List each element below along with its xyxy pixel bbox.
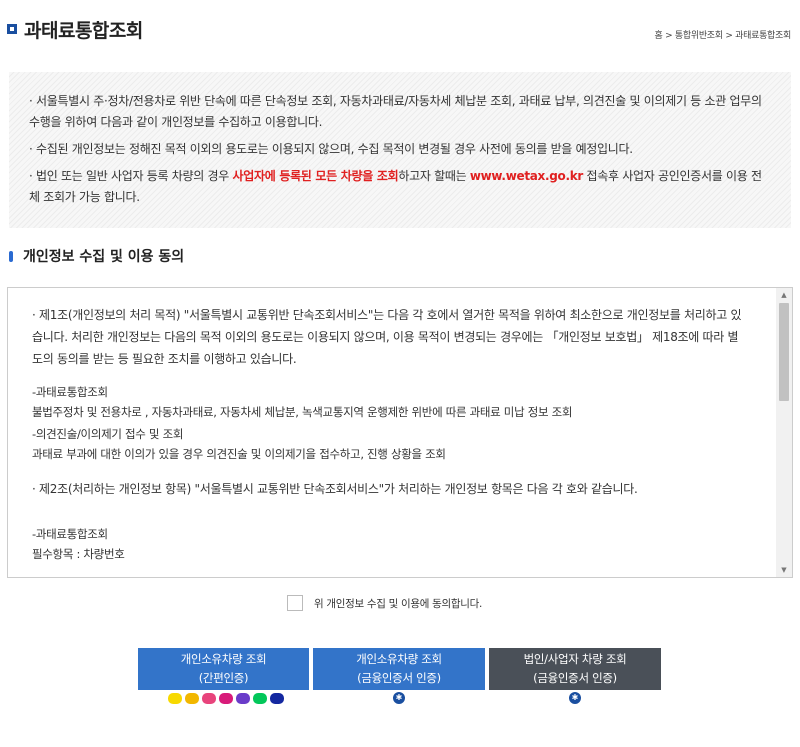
agreement-item-title: -과태료통합조회 bbox=[32, 527, 108, 541]
notice-line-3: · 법인 또는 일반 사업자 등록 차량의 경우 사업자에 등록된 모든 차량을… bbox=[29, 166, 771, 208]
notice-text: · 법인 또는 일반 사업자 등록 차량의 경우 bbox=[29, 169, 233, 183]
consent-checkbox[interactable] bbox=[287, 595, 303, 611]
scrollbar[interactable]: ▲ ▼ bbox=[776, 288, 792, 577]
notice-line-1: · 서울특별시 주·정차/전용차로 위반 단속에 따른 단속정보 조회, 자동차… bbox=[29, 94, 762, 129]
button-label: 개인소유차량 조회 bbox=[180, 652, 267, 666]
notice-box: · 서울특별시 주·정차/전용차로 위반 단속에 따른 단속정보 조회, 자동차… bbox=[9, 72, 791, 228]
auth-provider-icons bbox=[168, 693, 284, 704]
kb-icon bbox=[185, 693, 199, 704]
wetax-link[interactable]: www.wetax.go.kr bbox=[470, 169, 584, 183]
button-sublabel: (금융인증서 인증) bbox=[357, 671, 441, 685]
consent-label[interactable]: 위 개인정보 수집 및 이용에 동의합니다. bbox=[314, 596, 482, 611]
agreement-item-title: -과태료통합조회 bbox=[32, 385, 108, 399]
certificate-icon: ✱ bbox=[393, 692, 405, 704]
breadcrumb: 홈 > 통합위반조회 > 과태료통합조회 bbox=[654, 31, 792, 41]
title-square-icon bbox=[7, 24, 17, 34]
notice-text: 하고자 할때는 bbox=[398, 169, 470, 183]
section-title-text: 개인정보 수집 및 이용 동의 bbox=[23, 249, 185, 265]
scroll-up-icon[interactable]: ▲ bbox=[776, 288, 792, 302]
agreement-article-1: · 제1조(개인정보의 처리 목적) "서울특별시 교통위반 단속조회서비스"는… bbox=[32, 308, 742, 366]
payco-icon bbox=[236, 693, 250, 704]
button-label: 법인/사업자 차량 조회 bbox=[523, 652, 627, 666]
button-sublabel: (간편인증) bbox=[198, 671, 249, 685]
personal-cert-auth-button[interactable]: 개인소유차량 조회 (금융인증서 인증) bbox=[313, 648, 485, 690]
agreement-content: · 제1조(개인정보의 처리 목적) "서울특별시 교통위반 단속조회서비스"는… bbox=[32, 304, 744, 564]
section-title: 개인정보 수집 및 이용 동의 bbox=[9, 246, 184, 266]
samsung-icon bbox=[270, 693, 284, 704]
notice-line-2: · 수집된 개인정보는 정해진 목적 이외의 용도로는 이용되지 않으며, 수집… bbox=[29, 142, 633, 156]
agreement-scrollbox[interactable]: · 제1조(개인정보의 처리 목적) "서울특별시 교통위반 단속조회서비스"는… bbox=[7, 287, 793, 578]
business-cert-auth-button[interactable]: 법인/사업자 차량 조회 (금융인증서 인증) bbox=[489, 648, 661, 690]
button-sublabel: (금융인증서 인증) bbox=[533, 671, 617, 685]
page-title-text: 과태료통합조회 bbox=[24, 19, 143, 42]
notice-highlight: 사업자에 등록된 모든 차량을 조회 bbox=[232, 169, 399, 183]
scroll-down-icon[interactable]: ▼ bbox=[776, 563, 792, 577]
scroll-thumb[interactable] bbox=[779, 303, 789, 401]
agreement-item-desc: 불법주정차 및 전용차로 , 자동차과태료, 자동차세 체납분, 녹색교통지역 … bbox=[32, 405, 573, 419]
personal-simple-auth-button[interactable]: 개인소유차량 조회 (간편인증) bbox=[138, 648, 309, 690]
toss-icon bbox=[202, 693, 216, 704]
button-label: 개인소유차량 조회 bbox=[356, 652, 442, 666]
kakao-icon bbox=[168, 693, 182, 704]
consent-row[interactable]: 위 개인정보 수집 및 이용에 동의합니다. bbox=[287, 595, 482, 611]
agreement-item-desc: 과태료 부과에 대한 이의가 있을 경우 의견진술 및 이의제기을 접수하고, … bbox=[32, 447, 446, 461]
agreement-item-title: -의견진술/이의제기 접수 및 조회 bbox=[32, 427, 184, 441]
pass-icon bbox=[219, 693, 233, 704]
agreement-item-desc: 필수항목 : 차량번호 bbox=[32, 547, 125, 561]
certificate-icon: ✱ bbox=[569, 692, 581, 704]
section-bullet-icon bbox=[9, 250, 13, 262]
page-title: 과태료통합조회 bbox=[7, 14, 143, 44]
agreement-article-2: · 제2조(처리하는 개인정보 항목) "서울특별시 교통위반 단속조회서비스"… bbox=[32, 482, 638, 496]
naver-icon bbox=[253, 693, 267, 704]
